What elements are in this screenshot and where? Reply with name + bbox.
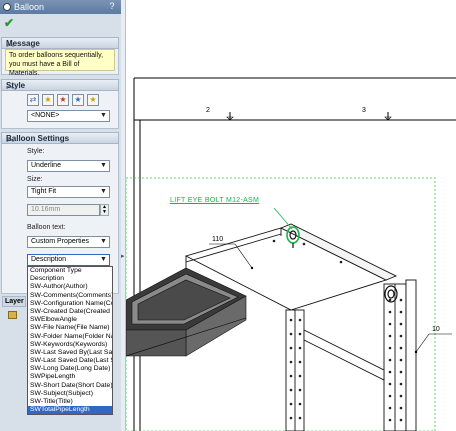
style-select-value: <NONE> (31, 112, 60, 119)
layer-icon (8, 311, 17, 319)
dropdown-option[interactable]: SW-Configuration Name(Configuration Name… (28, 300, 112, 308)
dropdown-option[interactable]: SWPipeLength (28, 373, 112, 381)
dropdown-option[interactable]: Description (28, 275, 112, 283)
size-label: Size: (27, 176, 43, 183)
chevron-down-icon: ▼ (100, 188, 107, 195)
panel-title-bar: Balloon ? (0, 0, 121, 14)
dropdown-option[interactable]: SW-Created Date(Created Date) (28, 308, 112, 316)
dropdown-option[interactable]: SW-Last Saved Date(Last Saved Date) (28, 357, 112, 365)
dropdown-option[interactable]: SW-Author(Author) (28, 283, 112, 291)
collapse-icon: ︽ (6, 134, 14, 143)
collapse-icon: ︽ (6, 81, 14, 90)
collapse-icon: ︽ (6, 39, 14, 48)
dropdown-option[interactable]: SW-Last Saved By(Last Saved By) (28, 349, 112, 357)
message-group-header[interactable]: Message ︽ (1, 37, 119, 49)
drawing-canvas[interactable]: 2 3 LIFT EYE BOLT M12-ASM 110 10 (126, 0, 456, 431)
splitter-grip-icon: ▸ (121, 253, 125, 260)
size-spin-icon[interactable]: ▲ ▼ (100, 204, 109, 216)
property-dropdown-list[interactable]: Component Type Description SW-Author(Autho… (27, 266, 113, 415)
apply-default-style-icon[interactable]: ⇄ (27, 94, 39, 106)
balloon-10-leader (415, 333, 430, 353)
chevron-down-icon: ▼ (100, 162, 107, 169)
balloon-settings-group-header[interactable]: Balloon Settings ︽ (1, 132, 119, 144)
dropdown-option[interactable]: SW-Subject(Subject) (28, 390, 112, 398)
property-select[interactable]: Description ▼ (27, 254, 110, 266)
dropdown-option[interactable]: SW-Comments(Comments) (28, 292, 112, 300)
add-style-icon[interactable]: ★ (42, 94, 54, 106)
delete-style-icon[interactable]: ★ (57, 94, 69, 106)
panel-title: Balloon (14, 2, 45, 12)
dropdown-option[interactable]: SW-Title(Title) (28, 398, 112, 406)
balloon-size-value: Tight Fit (31, 188, 57, 195)
balloon-10[interactable]: 10 (432, 326, 440, 333)
dropdown-option[interactable]: SW-Folder Name(Folder Name) (28, 333, 112, 341)
note-leader (273, 207, 293, 230)
balloon-text-value: Custom Properties (31, 238, 89, 245)
zone-label-2: 2 (206, 107, 210, 114)
dropdown-option[interactable]: SW-File Name(File Name) (28, 324, 112, 332)
property-select-value: Description (31, 256, 67, 263)
balloon-110[interactable]: 110 (212, 236, 223, 243)
chevron-down-icon: ▼ (100, 112, 107, 119)
layer-header-label: Layer (5, 298, 24, 305)
ok-checkmark-button[interactable]: ✔ (4, 16, 14, 30)
dropdown-option[interactable]: SW-Long Date(Long Date) (28, 365, 112, 373)
property-manager-panel: Balloon ? ✔ Message ︽ To order balloons … (0, 0, 122, 431)
balloon-style-value: Underline (31, 162, 61, 169)
drawing-sheet (126, 0, 456, 431)
balloon-icon (3, 3, 11, 11)
save-style-icon[interactable]: ★ (72, 94, 84, 106)
dropdown-option[interactable]: SWTotalPipeLength (28, 406, 112, 414)
balloon-style-select[interactable]: Underline ▼ (27, 160, 110, 172)
balloon-text-select[interactable]: Custom Properties ▼ (27, 236, 110, 248)
balloon-text-label: Balloon text: (27, 224, 66, 231)
zone-label-3: 3 (362, 107, 366, 114)
dropdown-option[interactable]: SWElbowAngle (28, 316, 112, 324)
size-value-field[interactable]: 10.16mm (27, 204, 100, 216)
message-text: To order balloons sequentially, you must… (5, 49, 115, 77)
layer-group-header[interactable]: Layer (2, 296, 26, 307)
dropdown-option[interactable]: SW-Short Date(Short Date) (28, 382, 112, 390)
size-field-value: 10.16mm (31, 206, 61, 213)
balloon-size-select[interactable]: Tight Fit ▼ (27, 186, 110, 198)
style-group-header[interactable]: Style ︽ (1, 79, 119, 91)
help-button[interactable]: ? (107, 1, 117, 12)
dropdown-option[interactable]: Component Type (28, 267, 112, 275)
dropdown-option[interactable]: SW-Keywords(Keywords) (28, 341, 112, 349)
load-style-icon[interactable]: ★ (87, 94, 99, 106)
style-select[interactable]: <NONE> ▼ (27, 110, 110, 122)
chevron-down-icon: ▼ (100, 238, 107, 245)
lift-eye-bolt-note[interactable]: LIFT EYE BOLT M12-ASM (170, 197, 259, 204)
mesh-tray (126, 267, 247, 357)
style-label: Style: (27, 148, 45, 155)
chevron-down-icon: ▼ (100, 256, 107, 263)
